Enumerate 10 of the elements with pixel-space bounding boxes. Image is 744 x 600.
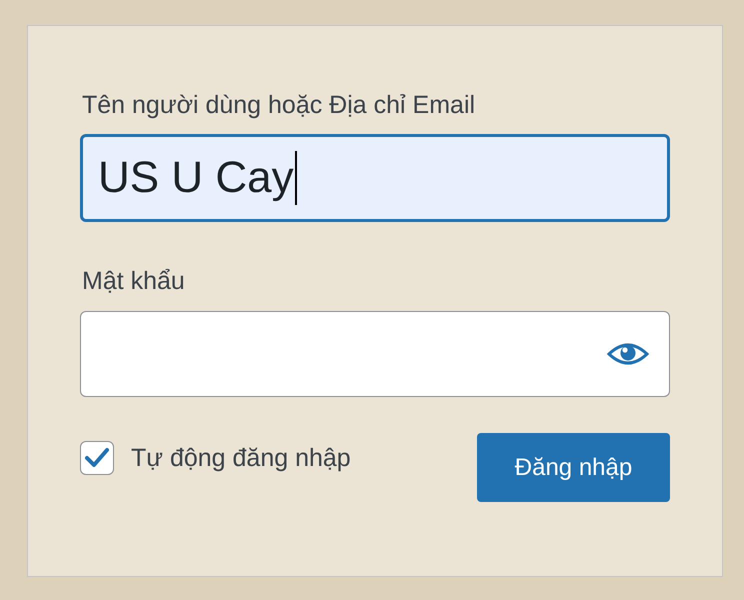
eye-icon[interactable] bbox=[607, 342, 649, 366]
field-label: Mật khẩu bbox=[82, 266, 186, 296]
password-field[interactable] bbox=[80, 311, 670, 397]
checkmark-icon bbox=[85, 447, 109, 469]
text-cursor-icon bbox=[294, 151, 297, 205]
checkbox-label[interactable]: Tự động đăng nhập bbox=[131, 444, 351, 472]
username-field[interactable]: US U Cay bbox=[80, 134, 670, 222]
checkbox[interactable] bbox=[80, 441, 114, 475]
field-label: Tên người dùng hoặc Địa chỉ Email bbox=[82, 90, 476, 120]
login-button[interactable]: Đăng nhập bbox=[477, 433, 670, 502]
